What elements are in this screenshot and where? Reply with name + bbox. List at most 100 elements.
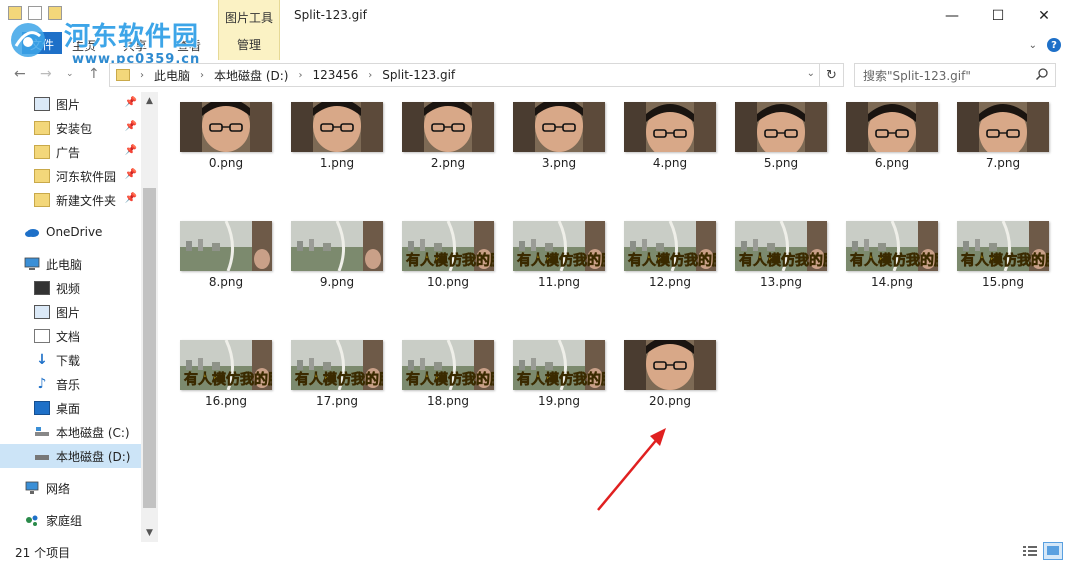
sidebar-item-music[interactable]: ♪ 音乐 bbox=[0, 372, 141, 396]
address-row: ← → ⌄ ↑ › 此电脑 › 本地磁盘 (D:) › 123456 › Spl… bbox=[0, 62, 1069, 88]
close-button[interactable]: ✕ bbox=[1021, 0, 1067, 32]
breadcrumb-current[interactable]: Split-123.gif bbox=[382, 68, 455, 82]
file-item[interactable]: 有人模仿我的脸 18.png bbox=[402, 330, 494, 408]
window-title: Split-123.gif bbox=[294, 8, 367, 22]
file-item[interactable]: 有人模仿我的脸 15.png bbox=[957, 211, 1049, 289]
file-item[interactable]: 有人模仿我的脸 14.png bbox=[846, 211, 938, 289]
large-icons-view-icon[interactable] bbox=[1043, 542, 1063, 560]
sidebar-item-hedong[interactable]: 河东软件园 📌 bbox=[0, 164, 141, 188]
pin-icon[interactable]: 📌 bbox=[125, 169, 137, 180]
refresh-button[interactable]: ↻ bbox=[820, 63, 844, 87]
sidebar-item-documents[interactable]: 文档 bbox=[0, 324, 141, 348]
sidebar-item-network[interactable]: 网络 bbox=[0, 476, 141, 500]
documents-icon bbox=[34, 329, 50, 343]
thumbnail-caption: 有人模仿我的脸 bbox=[517, 252, 605, 269]
breadcrumb-separator-icon[interactable]: › bbox=[298, 70, 302, 81]
tab-view[interactable]: 查看 bbox=[177, 37, 201, 54]
breadcrumb-separator-icon[interactable]: › bbox=[368, 70, 372, 81]
file-item[interactable]: 有人模仿我的脸 17.png bbox=[291, 330, 383, 408]
properties-icon[interactable] bbox=[28, 6, 42, 20]
search-icon[interactable] bbox=[1035, 67, 1049, 81]
file-item[interactable]: 8.png bbox=[180, 211, 272, 289]
breadcrumb-this-pc[interactable]: 此电脑 bbox=[154, 67, 190, 84]
file-item[interactable]: 20.png bbox=[624, 330, 716, 408]
thumbnail-caption: 有人模仿我的脸 bbox=[406, 252, 494, 269]
scroll-down-icon[interactable]: ▼ bbox=[141, 524, 158, 541]
recent-dropdown-icon[interactable]: ⌄ bbox=[66, 69, 74, 79]
sidebar-item-ads[interactable]: 广告 📌 bbox=[0, 140, 141, 164]
address-bar[interactable]: › 此电脑 › 本地磁盘 (D:) › 123456 › Split-123.g… bbox=[109, 63, 820, 87]
scroll-thumb[interactable] bbox=[143, 188, 156, 508]
file-item[interactable]: 有人模仿我的脸 16.png bbox=[180, 330, 272, 408]
thumbnail-image: 有人模仿我的脸 bbox=[513, 221, 605, 271]
file-item[interactable]: 有人模仿我的脸 10.png bbox=[402, 211, 494, 289]
file-item[interactable]: 3.png bbox=[513, 92, 605, 170]
sidebar-item-homegroup[interactable]: 家庭组 bbox=[0, 508, 141, 532]
sidebar-item-label: 此电脑 bbox=[46, 257, 83, 272]
up-icon[interactable]: ↑ bbox=[88, 66, 100, 82]
sidebar-item-drive-d[interactable]: 本地磁盘 (D:) bbox=[0, 444, 141, 468]
file-item[interactable]: 有人模仿我的脸 11.png bbox=[513, 211, 605, 289]
maximize-button[interactable]: ☐ bbox=[975, 0, 1021, 32]
sidebar-item-label: 本地磁盘 (C:) bbox=[56, 425, 130, 440]
file-item[interactable]: 有人模仿我的脸 19.png bbox=[513, 330, 605, 408]
file-item[interactable]: 5.png bbox=[735, 92, 827, 170]
breadcrumb-folder[interactable]: 123456 bbox=[312, 68, 358, 82]
help-icon[interactable]: ? bbox=[1047, 38, 1061, 52]
address-dropdown-icon[interactable]: ⌄ bbox=[807, 68, 815, 79]
quick-access-toolbar bbox=[8, 6, 62, 20]
file-item[interactable]: 1.png bbox=[291, 92, 383, 170]
folder-icon bbox=[34, 169, 50, 183]
file-item[interactable]: 有人模仿我的脸 13.png bbox=[735, 211, 827, 289]
ribbon-controls: ⌄ ? bbox=[1029, 38, 1061, 52]
sidebar-item-downloads[interactable]: ↓ 下载 bbox=[0, 348, 141, 372]
thumbnail-image bbox=[624, 102, 716, 152]
sidebar-item-videos[interactable]: 视频 bbox=[0, 276, 141, 300]
file-item[interactable]: 0.png bbox=[180, 92, 272, 170]
file-item[interactable]: 6.png bbox=[846, 92, 938, 170]
new-folder-icon[interactable] bbox=[48, 6, 62, 20]
sidebar-item-label: 文档 bbox=[56, 329, 81, 344]
ribbon-tabs: 文件 主页 共享 查看 bbox=[0, 32, 1069, 60]
sidebar-item-desktop[interactable]: 桌面 bbox=[0, 396, 141, 420]
tab-home[interactable]: 主页 bbox=[72, 37, 96, 54]
sidebar-item-label: 网络 bbox=[46, 481, 71, 496]
tab-file[interactable]: 文件 bbox=[22, 32, 63, 54]
sidebar-item-drive-c[interactable]: 本地磁盘 (C:) bbox=[0, 420, 141, 444]
file-item[interactable]: 有人模仿我的脸 12.png bbox=[624, 211, 716, 289]
file-name: 10.png bbox=[427, 275, 469, 289]
minimize-button[interactable]: — bbox=[929, 0, 975, 32]
file-item[interactable]: 9.png bbox=[291, 211, 383, 289]
pin-icon[interactable]: 📌 bbox=[125, 97, 137, 108]
file-item[interactable]: 2.png bbox=[402, 92, 494, 170]
pin-icon[interactable]: 📌 bbox=[125, 193, 137, 204]
sidebar-item-onedrive[interactable]: OneDrive bbox=[0, 220, 141, 244]
file-item[interactable]: 4.png bbox=[624, 92, 716, 170]
sidebar-item-label: 下载 bbox=[56, 353, 81, 368]
thumbnail-image bbox=[624, 340, 716, 390]
pin-icon[interactable]: 📌 bbox=[125, 121, 137, 132]
details-view-icon[interactable] bbox=[1022, 544, 1038, 558]
expand-ribbon-icon[interactable]: ⌄ bbox=[1029, 40, 1037, 51]
file-name: 9.png bbox=[319, 275, 355, 289]
drive-d-icon bbox=[34, 449, 50, 463]
tab-share[interactable]: 共享 bbox=[123, 37, 147, 54]
sidebar-item-installers[interactable]: 安装包 📌 bbox=[0, 116, 141, 140]
sidebar-scrollbar[interactable]: ▲ ▼ bbox=[141, 92, 158, 542]
file-item[interactable]: 7.png bbox=[957, 92, 1049, 170]
sidebar-item-pictures-quick[interactable]: 图片 📌 bbox=[0, 92, 141, 116]
pin-icon[interactable]: 📌 bbox=[125, 145, 137, 156]
sidebar-item-new-folder[interactable]: 新建文件夹 📌 bbox=[0, 188, 141, 212]
folder-icon bbox=[34, 121, 50, 135]
sidebar-item-label: 音乐 bbox=[56, 377, 81, 392]
sidebar-item-label: 视频 bbox=[56, 281, 81, 296]
folder-icon[interactable] bbox=[8, 6, 22, 20]
breadcrumb-drive-d[interactable]: 本地磁盘 (D:) bbox=[214, 67, 288, 84]
search-input[interactable]: 搜索"Split-123.gif" bbox=[854, 63, 1056, 87]
forward-icon[interactable]: → bbox=[40, 66, 52, 82]
sidebar-item-this-pc[interactable]: 此电脑 bbox=[0, 252, 141, 276]
breadcrumb-separator-icon[interactable]: › bbox=[200, 70, 204, 81]
back-icon[interactable]: ← bbox=[14, 66, 26, 82]
sidebar-item-pictures[interactable]: 图片 bbox=[0, 300, 141, 324]
scroll-up-icon[interactable]: ▲ bbox=[141, 92, 158, 109]
